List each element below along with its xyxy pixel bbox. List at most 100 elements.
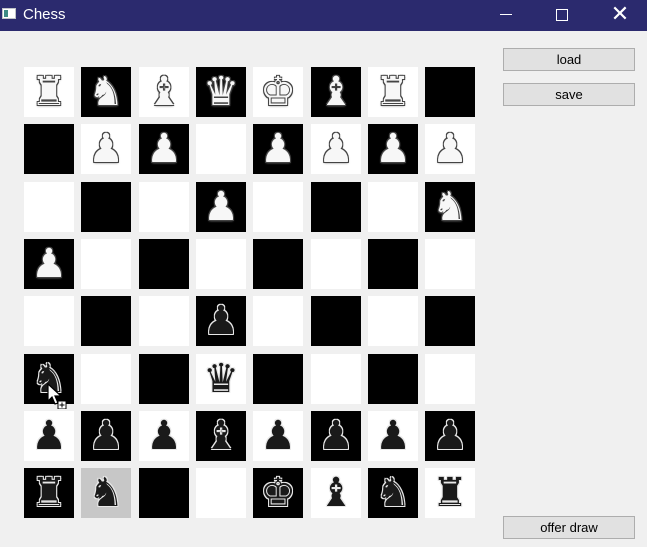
square-b6[interactable] xyxy=(81,182,131,232)
square-h1[interactable]: ♜ xyxy=(425,468,475,518)
square-g5[interactable] xyxy=(368,239,418,289)
square-a1[interactable]: ♜ xyxy=(24,468,74,518)
title-bar[interactable]: Chess ✕ xyxy=(0,0,647,31)
square-c6[interactable] xyxy=(139,182,189,232)
square-d4[interactable]: ♟ xyxy=(196,296,246,346)
square-b8[interactable]: ♞ xyxy=(81,67,131,117)
close-button[interactable]: ✕ xyxy=(600,0,640,31)
square-b7[interactable]: ♟ xyxy=(81,124,131,174)
square-a4[interactable] xyxy=(24,296,74,346)
square-e4[interactable] xyxy=(253,296,303,346)
white-pawn-icon[interactable]: ♟ xyxy=(368,124,418,174)
white-pawn-icon[interactable]: ♟ xyxy=(24,239,74,289)
square-d6[interactable]: ♟ xyxy=(196,182,246,232)
square-f7[interactable]: ♟ xyxy=(311,124,361,174)
square-e1[interactable]: ♚ xyxy=(253,468,303,518)
square-a5[interactable]: ♟ xyxy=(24,239,74,289)
load-button[interactable]: load xyxy=(503,48,635,71)
square-g1[interactable]: ♞ xyxy=(368,468,418,518)
square-e7[interactable]: ♟ xyxy=(253,124,303,174)
square-f8[interactable]: ♝ xyxy=(311,67,361,117)
square-a7[interactable] xyxy=(24,124,74,174)
square-h5[interactable] xyxy=(425,239,475,289)
white-pawn-icon[interactable]: ♟ xyxy=(425,124,475,174)
square-h2[interactable]: ♟ xyxy=(425,411,475,461)
square-g6[interactable] xyxy=(368,182,418,232)
square-e3[interactable] xyxy=(253,354,303,404)
black-pawn-icon[interactable]: ♟ xyxy=(24,411,74,461)
minimize-button[interactable] xyxy=(486,0,526,31)
black-queen-icon[interactable]: ♛ xyxy=(196,354,246,404)
square-a2[interactable]: ♟ xyxy=(24,411,74,461)
black-king-icon[interactable]: ♚ xyxy=(253,468,303,518)
square-e6[interactable] xyxy=(253,182,303,232)
square-c5[interactable] xyxy=(139,239,189,289)
square-d5[interactable] xyxy=(196,239,246,289)
square-g7[interactable]: ♟ xyxy=(368,124,418,174)
square-h8[interactable] xyxy=(425,67,475,117)
square-f4[interactable] xyxy=(311,296,361,346)
white-bishop-icon[interactable]: ♝ xyxy=(139,67,189,117)
maximize-button[interactable] xyxy=(542,0,582,31)
black-pawn-icon[interactable]: ♟ xyxy=(196,296,246,346)
square-b2[interactable]: ♟ xyxy=(81,411,131,461)
white-rook-icon[interactable]: ♜ xyxy=(368,67,418,117)
square-g3[interactable] xyxy=(368,354,418,404)
square-f3[interactable] xyxy=(311,354,361,404)
white-pawn-icon[interactable]: ♟ xyxy=(311,124,361,174)
black-rook-icon[interactable]: ♜ xyxy=(24,468,74,518)
black-knight-icon[interactable]: ♞ xyxy=(368,468,418,518)
square-d2[interactable]: ♝ xyxy=(196,411,246,461)
square-b5[interactable] xyxy=(81,239,131,289)
white-knight-icon[interactable]: ♞ xyxy=(81,67,131,117)
black-pawn-icon[interactable]: ♟ xyxy=(311,411,361,461)
white-pawn-icon[interactable]: ♟ xyxy=(196,182,246,232)
white-bishop-icon[interactable]: ♝ xyxy=(311,67,361,117)
square-b1[interactable]: ♞ xyxy=(81,468,131,518)
black-pawn-icon[interactable]: ♟ xyxy=(139,411,189,461)
square-h6[interactable]: ♞ xyxy=(425,182,475,232)
square-c7[interactable]: ♟ xyxy=(139,124,189,174)
square-c2[interactable]: ♟ xyxy=(139,411,189,461)
square-a8[interactable]: ♜ xyxy=(24,67,74,117)
square-c1[interactable] xyxy=(139,468,189,518)
white-rook-icon[interactable]: ♜ xyxy=(24,67,74,117)
square-c4[interactable] xyxy=(139,296,189,346)
white-queen-icon[interactable]: ♛ xyxy=(196,67,246,117)
square-f1[interactable]: ♝ xyxy=(311,468,361,518)
black-pawn-icon[interactable]: ♟ xyxy=(253,411,303,461)
square-f2[interactable]: ♟ xyxy=(311,411,361,461)
square-c3[interactable] xyxy=(139,354,189,404)
white-pawn-icon[interactable]: ♟ xyxy=(81,124,131,174)
square-f5[interactable] xyxy=(311,239,361,289)
square-f6[interactable] xyxy=(311,182,361,232)
black-pawn-icon[interactable]: ♟ xyxy=(81,411,131,461)
square-g8[interactable]: ♜ xyxy=(368,67,418,117)
square-e8[interactable]: ♚ xyxy=(253,67,303,117)
square-g4[interactable] xyxy=(368,296,418,346)
square-c8[interactable]: ♝ xyxy=(139,67,189,117)
square-h3[interactable] xyxy=(425,354,475,404)
square-e5[interactable] xyxy=(253,239,303,289)
square-a6[interactable] xyxy=(24,182,74,232)
square-e2[interactable]: ♟ xyxy=(253,411,303,461)
square-d8[interactable]: ♛ xyxy=(196,67,246,117)
black-bishop-icon[interactable]: ♝ xyxy=(311,468,361,518)
square-b3[interactable] xyxy=(81,354,131,404)
square-h7[interactable]: ♟ xyxy=(425,124,475,174)
black-knight-icon[interactable]: ♞ xyxy=(81,468,131,518)
offer-draw-button[interactable]: offer draw xyxy=(503,516,635,539)
black-bishop-icon[interactable]: ♝ xyxy=(196,411,246,461)
square-d7[interactable] xyxy=(196,124,246,174)
square-h4[interactable] xyxy=(425,296,475,346)
white-pawn-icon[interactable]: ♟ xyxy=(139,124,189,174)
black-pawn-icon[interactable]: ♟ xyxy=(368,411,418,461)
square-d3[interactable]: ♛ xyxy=(196,354,246,404)
square-d1[interactable] xyxy=(196,468,246,518)
square-b4[interactable] xyxy=(81,296,131,346)
square-g2[interactable]: ♟ xyxy=(368,411,418,461)
white-knight-icon[interactable]: ♞ xyxy=(425,182,475,232)
white-pawn-icon[interactable]: ♟ xyxy=(253,124,303,174)
save-button[interactable]: save xyxy=(503,83,635,106)
black-rook-icon[interactable]: ♜ xyxy=(425,468,475,518)
